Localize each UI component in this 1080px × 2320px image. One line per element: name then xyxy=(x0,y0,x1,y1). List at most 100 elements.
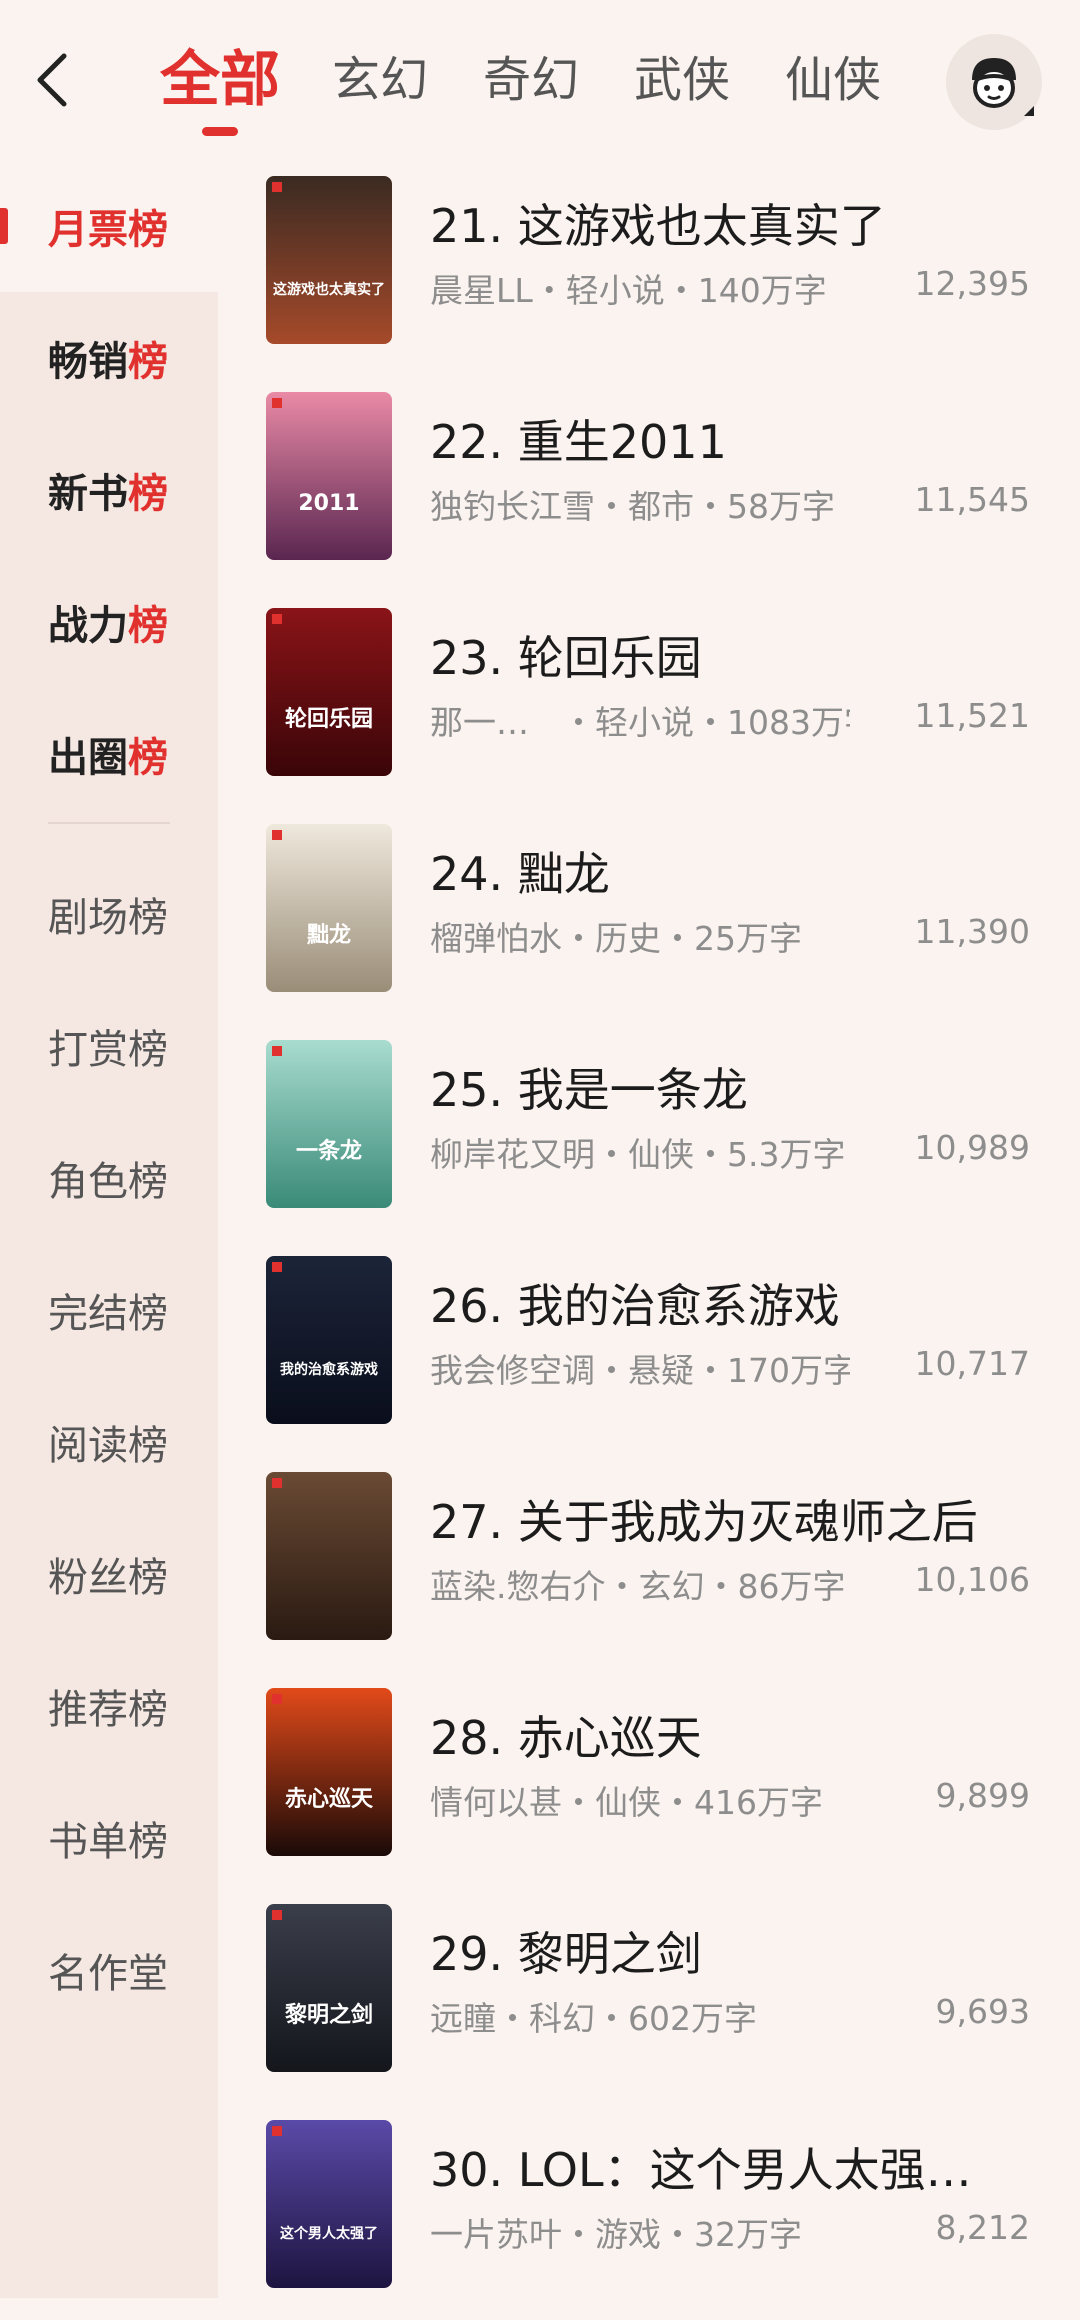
publisher-logo-icon xyxy=(272,1694,282,1704)
sidebar-item-hall-of-fame[interactable]: 名作堂 xyxy=(0,1904,218,2036)
category-tabs: 全部 玄幻 奇幻 武侠 仙侠 xyxy=(160,30,936,140)
monthly-ticket-count: 8,212 xyxy=(935,2208,1030,2247)
book-cover-art: 我的治愈系游戏 xyxy=(266,1256,392,1424)
sidebar-item-label: 出圈 xyxy=(48,735,128,781)
sidebar-item-label: 名作堂 xyxy=(48,1951,168,1997)
sidebar-item-bestseller[interactable]: 畅销榜 xyxy=(0,292,218,424)
book-meta: 柳岸花又明・仙侠・5.3万字 xyxy=(430,1135,846,1174)
book-cover-art: 2011 xyxy=(266,392,392,560)
book-cover-art: 这个男人太强了 xyxy=(266,2120,392,2288)
sidebar-item-completed[interactable]: 完结榜 xyxy=(0,1244,218,1376)
list-item[interactable]: 2011 22. 重生2011 独钓长江雪・都市・58万字 11,545 xyxy=(218,376,1080,592)
book-meta: 独钓长江雪・都市・58万字 xyxy=(430,487,835,526)
sidebar-item-power[interactable]: 战力榜 xyxy=(0,556,218,688)
list-item[interactable]: 黜龙 24. 黜龙 榴弹怕水・历史・25万字 11,390 xyxy=(218,808,1080,1024)
book-title: 27. 关于我成为灭魂师之后 xyxy=(430,1495,978,1549)
monthly-ticket-count: 10,989 xyxy=(914,1128,1030,1167)
book-cover-art: 一条龙 xyxy=(266,1040,392,1208)
sidebar-item-breakout[interactable]: 出圈榜 xyxy=(0,688,218,820)
sidebar-item-suffix: 榜 xyxy=(128,603,168,649)
cover-title-text: 赤心巡天 xyxy=(285,1787,374,1812)
book-cover-art: 轮回乐园 xyxy=(266,608,392,776)
publisher-logo-icon xyxy=(272,1478,282,1488)
sidebar-item-suffix: 榜 xyxy=(128,735,168,781)
publisher-logo-icon xyxy=(272,398,282,408)
sidebar-item-label: 推荐榜 xyxy=(48,1687,168,1733)
tab-label: 仙侠 xyxy=(785,52,882,108)
sidebar-item-new-books[interactable]: 新书榜 xyxy=(0,424,218,556)
chevron-left-icon xyxy=(37,53,67,107)
list-item[interactable]: 27. 关于我成为灭魂师之后 蓝染.惣右介・玄幻・86万字 10,106 xyxy=(218,1456,1080,1672)
top-bar: 全部 玄幻 奇幻 武侠 仙侠 xyxy=(0,0,1080,160)
book-cover-art: 黎明之剑 xyxy=(266,1904,392,2072)
book-meta: 一片苏叶・游戏・32万字 xyxy=(430,2215,802,2254)
active-tab-indicator xyxy=(202,127,238,136)
sidebar-item-label: 阅读榜 xyxy=(48,1423,168,1469)
list-item[interactable]: 黎明之剑 29. 黎明之剑 远瞳・科幻・602万字 9,693 xyxy=(218,1888,1080,2104)
sidebar-item-label: 畅销 xyxy=(48,339,128,385)
monthly-ticket-count: 9,899 xyxy=(935,1776,1030,1815)
book-cover-art: 这游戏也太真实了 xyxy=(266,176,392,344)
cover-title-text: 黎明之剑 xyxy=(285,2002,373,2028)
sidebar-item-label: 角色榜 xyxy=(48,1159,168,1205)
sidebar-item-label: 月票 xyxy=(48,207,128,253)
publisher-logo-icon xyxy=(272,1046,282,1056)
book-meta: 我会修空调・悬疑・170万字 xyxy=(430,1351,850,1390)
monthly-ticket-count: 11,521 xyxy=(914,696,1030,735)
tab-all[interactable]: 全部 xyxy=(160,30,280,136)
sidebar-item-recommend[interactable]: 推荐榜 xyxy=(0,1640,218,1772)
profile-button[interactable] xyxy=(946,34,1042,130)
list-item[interactable]: 一条龙 25. 我是一条龙 柳岸花又明・仙侠・5.3万字 10,989 xyxy=(218,1024,1080,1240)
book-meta: 那一… ・轻小说・1083万字 xyxy=(430,703,850,742)
sidebar-item-theater[interactable]: 剧场榜 xyxy=(0,848,218,980)
cover-title-text: 这个男人太强了 xyxy=(280,2225,378,2242)
cover-title-text: 黜龙 xyxy=(307,923,351,948)
list-item[interactable]: 这个男人太强了 30. LOL：这个男人太强… 一片苏叶・游戏・32万字 8,2… xyxy=(218,2104,1080,2320)
sidebar-item-booklist[interactable]: 书单榜 xyxy=(0,1772,218,1904)
tab-qihuan[interactable]: 奇幻 xyxy=(483,30,579,130)
monthly-ticket-count: 10,717 xyxy=(914,1344,1030,1383)
list-item[interactable]: 这游戏也太真实了 21. 这游戏也太真实了 晨星LL・轻小说・140万字 12,… xyxy=(218,160,1080,376)
book-cover: 一条龙 xyxy=(266,1040,392,1208)
sidebar-item-reading[interactable]: 阅读榜 xyxy=(0,1376,218,1508)
corner-mark-icon xyxy=(1024,106,1034,116)
back-button[interactable] xyxy=(24,44,80,116)
monthly-ticket-count: 10,106 xyxy=(914,1560,1030,1599)
sidebar-item-label: 完结榜 xyxy=(48,1291,168,1337)
book-cover: 黜龙 xyxy=(266,824,392,992)
publisher-logo-icon xyxy=(272,614,282,624)
monthly-ticket-count: 11,545 xyxy=(914,480,1030,519)
tab-label: 全部 xyxy=(160,45,280,115)
tab-label: 奇幻 xyxy=(483,52,580,108)
book-meta: 晨星LL・轻小说・140万字 xyxy=(430,271,827,310)
book-meta: 远瞳・科幻・602万字 xyxy=(430,1999,757,2038)
sidebar-item-suffix: 榜 xyxy=(128,471,168,517)
sidebar-item-label: 书单榜 xyxy=(48,1819,168,1865)
book-meta: 情何以甚・仙侠・416万字 xyxy=(430,1783,823,1822)
sidebar-item-label: 新书 xyxy=(48,471,128,517)
publisher-logo-icon xyxy=(272,1262,282,1272)
sidebar-item-label: 粉丝榜 xyxy=(48,1555,168,1601)
list-item[interactable]: 轮回乐园 23. 轮回乐园 那一… ・轻小说・1083万字 11,521 xyxy=(218,592,1080,808)
sidebar-item-label: 剧场榜 xyxy=(48,895,168,941)
sidebar-item-tipping[interactable]: 打赏榜 xyxy=(0,980,218,1112)
sidebar-item-monthly-ticket[interactable]: 月票榜 xyxy=(0,160,218,292)
book-cover: 赤心巡天 xyxy=(266,1688,392,1856)
book-cover: 2011 xyxy=(266,392,392,560)
cover-title-text: 轮回乐园 xyxy=(285,706,373,732)
cover-title-text: 我的治愈系游戏 xyxy=(280,1361,378,1378)
tab-xianxia[interactable]: 仙侠 xyxy=(785,30,881,130)
publisher-logo-icon xyxy=(272,182,282,192)
book-cover-art xyxy=(266,1472,392,1640)
book-title: 23. 轮回乐园 xyxy=(430,631,702,685)
tab-wuxia[interactable]: 武侠 xyxy=(634,30,730,130)
monthly-ticket-count: 9,693 xyxy=(935,1992,1030,2031)
tab-label: 玄幻 xyxy=(332,52,429,108)
book-title: 28. 赤心巡天 xyxy=(430,1711,702,1765)
sidebar-item-character[interactable]: 角色榜 xyxy=(0,1112,218,1244)
tab-xuanhuan[interactable]: 玄幻 xyxy=(332,30,428,130)
sidebar-item-fans[interactable]: 粉丝榜 xyxy=(0,1508,218,1640)
book-cover-art: 赤心巡天 xyxy=(266,1688,392,1856)
list-item[interactable]: 我的治愈系游戏 26. 我的治愈系游戏 我会修空调・悬疑・170万字 10,71… xyxy=(218,1240,1080,1456)
list-item[interactable]: 赤心巡天 28. 赤心巡天 情何以甚・仙侠・416万字 9,899 xyxy=(218,1672,1080,1888)
